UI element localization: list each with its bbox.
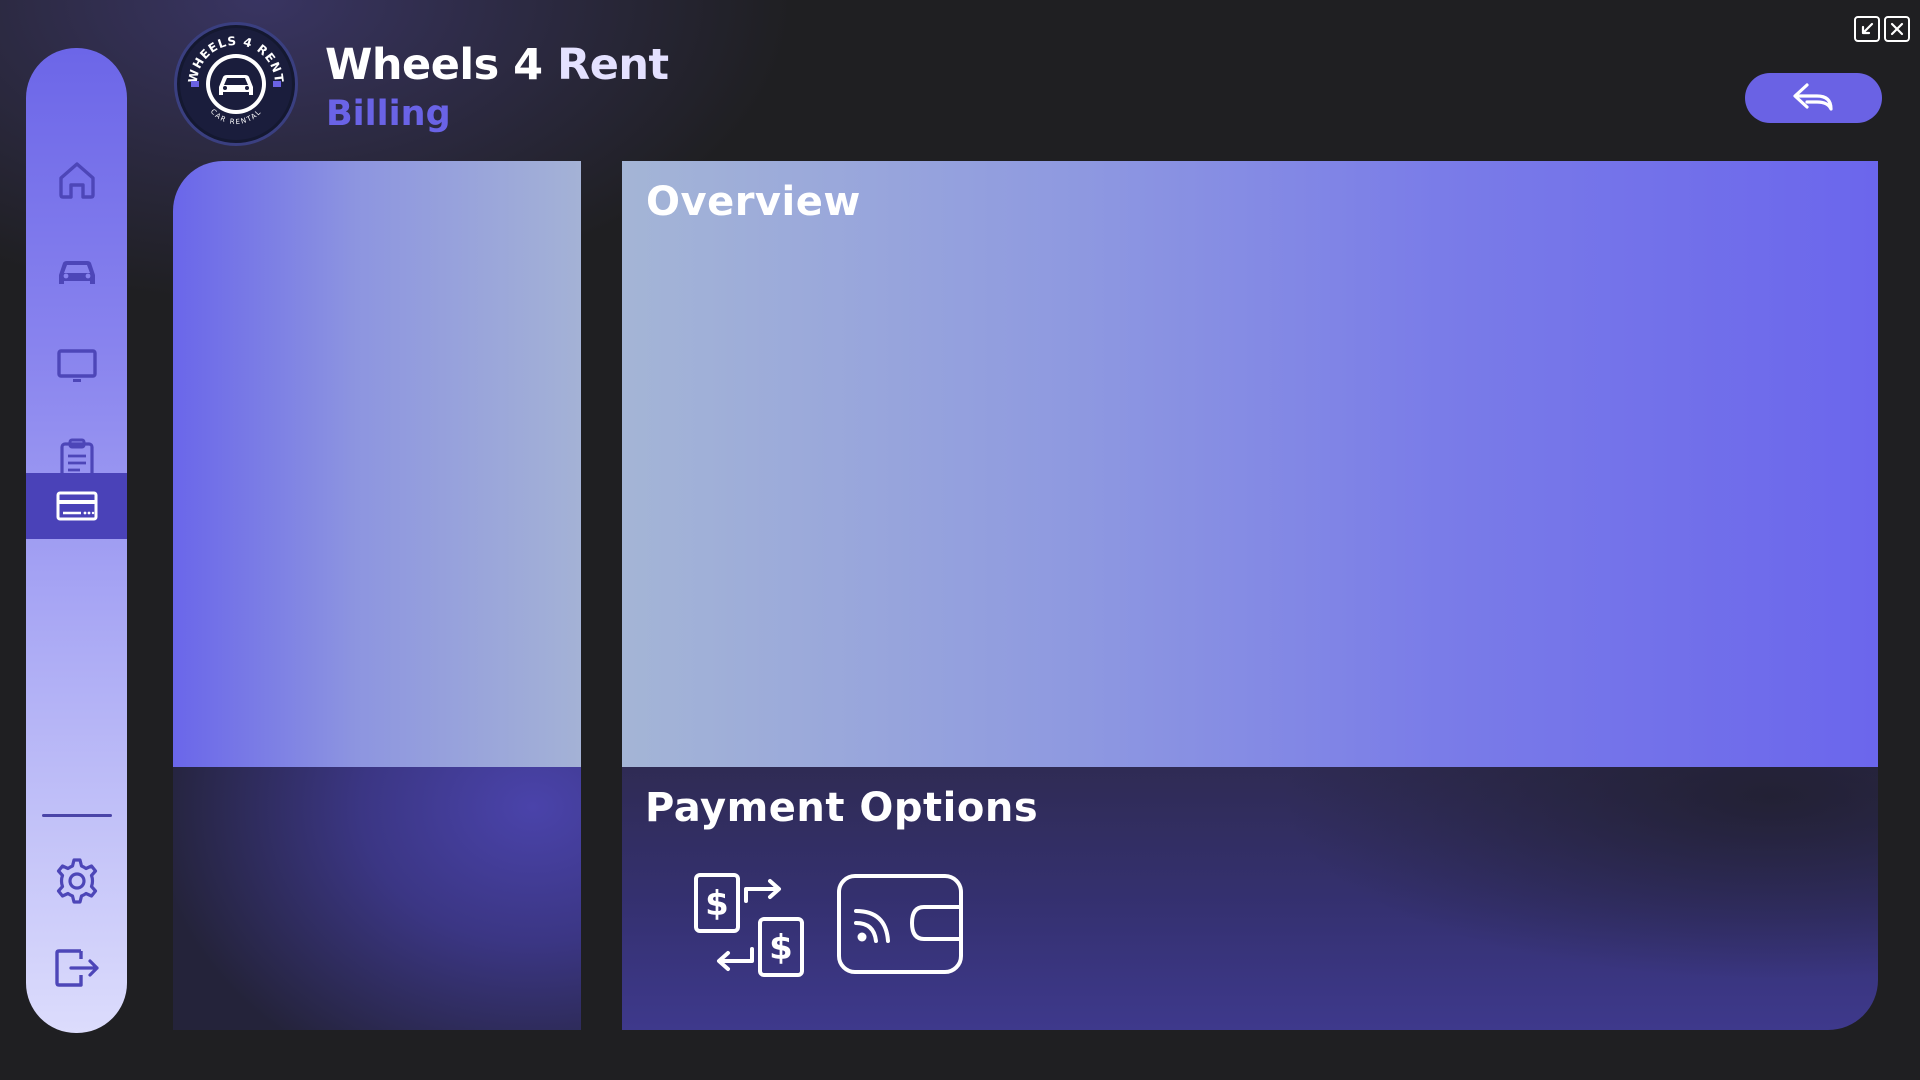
left-panel-top — [173, 161, 581, 767]
reply-arrow-icon — [1792, 83, 1833, 111]
logout-icon — [54, 949, 99, 987]
car-icon — [219, 75, 253, 95]
sidebar-item-billing[interactable] — [26, 473, 127, 539]
gear-icon — [56, 858, 97, 904]
back-button[interactable] — [1745, 73, 1882, 123]
sidebar-divider — [42, 814, 112, 817]
page-subtitle: Billing — [326, 94, 451, 134]
monitor-icon — [56, 349, 97, 382]
sidebar-item-logout[interactable] — [26, 935, 127, 1001]
svg-text:$: $ — [705, 884, 729, 924]
sidebar — [26, 48, 127, 1033]
money-exchange-icon: $ $ — [694, 873, 804, 977]
car-icon — [58, 261, 95, 284]
payment-option-contactless[interactable] — [836, 873, 964, 975]
sidebar-item-settings[interactable] — [26, 848, 127, 914]
contactless-payment-icon — [837, 874, 963, 974]
close-window-icon[interactable] — [1884, 16, 1910, 42]
sidebar-item-display[interactable] — [26, 333, 127, 399]
minimize-window-icon[interactable] — [1854, 16, 1880, 42]
payment-option-money-exchange[interactable]: $ $ — [694, 873, 804, 977]
app-logo: WHEELS 4 RENT CAR RENTAL — [174, 22, 298, 146]
sidebar-item-home[interactable] — [26, 147, 127, 213]
left-panel-bottom — [173, 767, 581, 1030]
svg-text:$: $ — [769, 928, 793, 968]
payment-options-title: Payment Options — [645, 785, 1039, 831]
sidebar-item-cars[interactable] — [26, 240, 127, 306]
overview-title: Overview — [646, 179, 861, 225]
app-title: Wheels 4 Rent — [325, 40, 669, 90]
credit-card-icon — [56, 491, 97, 521]
home-icon — [58, 162, 95, 199]
overview-panel: Overview — [622, 161, 1878, 767]
payment-options-panel: Payment Options $ $ — [622, 767, 1878, 1030]
